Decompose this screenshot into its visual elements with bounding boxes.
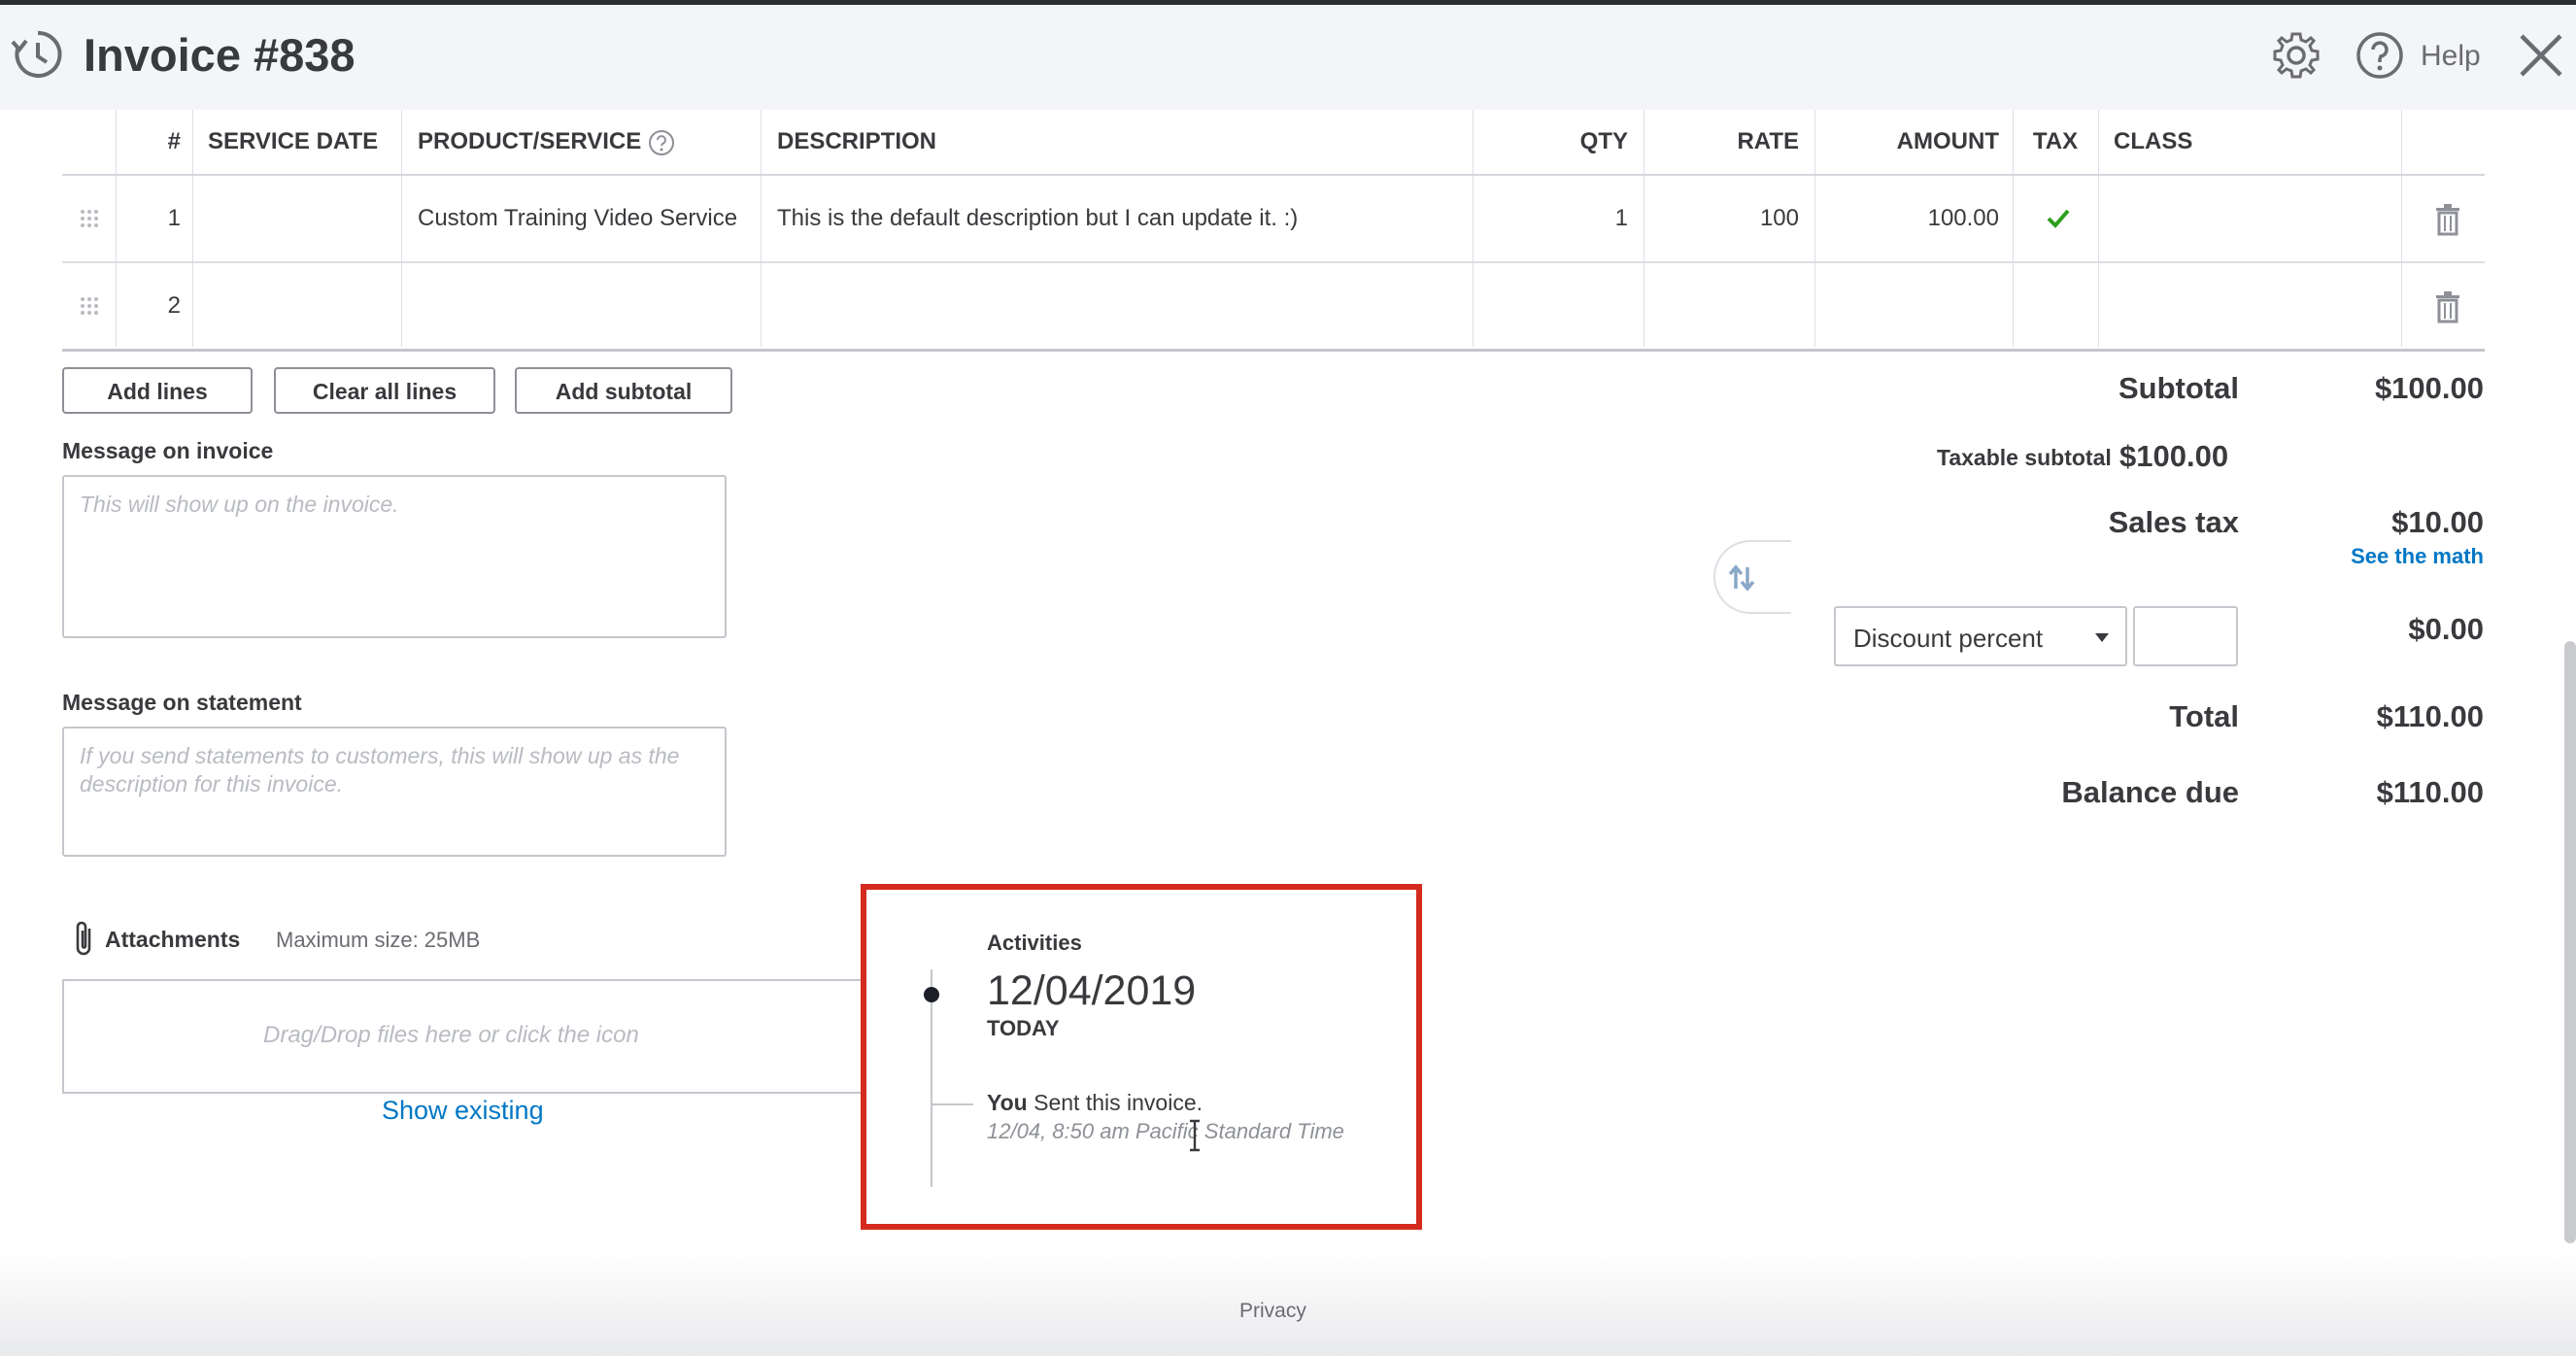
rate-cell[interactable]: 100 bbox=[1644, 176, 1799, 261]
info-icon[interactable] bbox=[648, 129, 675, 156]
qty-cell[interactable]: 1 bbox=[1473, 176, 1628, 261]
service-date-cell[interactable] bbox=[208, 176, 392, 261]
balance-due-label: Balance due bbox=[2061, 775, 2239, 809]
activity-date: 12/04/2019 bbox=[987, 967, 1197, 1014]
message-invoice-input[interactable]: This will show up on the invoice. bbox=[62, 475, 727, 638]
timeline-tick bbox=[932, 1103, 973, 1105]
table-row[interactable]: 1 Custom Training Video Service This is … bbox=[62, 176, 2485, 263]
balance-due-value: $110.00 bbox=[2376, 775, 2484, 809]
description-cell[interactable] bbox=[777, 263, 1467, 349]
invoice-header: Invoice #838 Help bbox=[0, 5, 2576, 110]
col-header-tax: TAX bbox=[2032, 128, 2079, 154]
max-size-note: Maximum size: 25MB bbox=[276, 928, 481, 952]
activities-panel: Activities 12/04/2019 TODAY You Sent thi… bbox=[861, 884, 1422, 1230]
row-number: 2 bbox=[167, 292, 181, 319]
show-existing-link[interactable]: Show existing bbox=[382, 1096, 544, 1126]
swap-order-icon[interactable] bbox=[1725, 563, 1760, 593]
table-row[interactable]: 2 bbox=[62, 263, 2485, 352]
timeline-dot bbox=[924, 987, 939, 1002]
gear-icon[interactable] bbox=[2271, 30, 2322, 81]
text-cursor-icon bbox=[1190, 1119, 1200, 1152]
subtotal-label: Subtotal bbox=[2118, 371, 2239, 405]
col-header-num: # bbox=[167, 128, 181, 154]
discount-type-select[interactable]: Discount percent bbox=[1834, 606, 2127, 666]
dropzone-hint: Drag/Drop files here or click the icon bbox=[263, 1022, 639, 1048]
attachments-label: Attachments bbox=[105, 927, 241, 952]
total-value: $110.00 bbox=[2376, 699, 2484, 733]
col-header-class: CLASS bbox=[2114, 128, 2193, 154]
help-icon[interactable] bbox=[2355, 30, 2405, 81]
qty-cell[interactable] bbox=[1473, 263, 1628, 349]
row-number: 1 bbox=[167, 205, 181, 231]
paperclip-icon[interactable] bbox=[72, 919, 97, 958]
add-subtotal-button[interactable]: Add subtotal bbox=[515, 367, 732, 414]
subtotal-value: $100.00 bbox=[2374, 371, 2484, 405]
history-icon[interactable] bbox=[10, 26, 66, 83]
table-header: # SERVICE DATE PRODUCT/SERVICE DESCRIPTI… bbox=[62, 110, 2485, 176]
footer: Privacy bbox=[0, 1249, 2576, 1356]
discount-type-value: Discount percent bbox=[1853, 624, 2044, 653]
taxable-subtotal-value: $100.00 bbox=[2119, 439, 2229, 473]
discount-value: $0.00 bbox=[2408, 612, 2484, 646]
product-cell[interactable]: Custom Training Video Service bbox=[418, 176, 758, 261]
discount-amount-input[interactable] bbox=[2133, 606, 2238, 666]
col-header-amount: AMOUNT bbox=[1896, 128, 1999, 154]
col-header-rate: RATE bbox=[1737, 128, 1799, 154]
add-lines-button[interactable]: Add lines bbox=[62, 367, 253, 414]
scrollbar-thumb[interactable] bbox=[2564, 641, 2576, 1243]
description-cell[interactable]: This is the default description but I ca… bbox=[777, 176, 1467, 261]
rate-cell[interactable] bbox=[1644, 263, 1799, 349]
sales-tax-value: $10.00 bbox=[2391, 505, 2484, 539]
clear-all-lines-button[interactable]: Clear all lines bbox=[274, 367, 495, 414]
message-invoice-label: Message on invoice bbox=[62, 438, 274, 463]
line-items-table: # SERVICE DATE PRODUCT/SERVICE DESCRIPTI… bbox=[62, 110, 2485, 352]
activity-action: Sent this invoice. bbox=[1027, 1090, 1203, 1115]
attachment-dropzone[interactable]: Drag/Drop files here or click the icon bbox=[62, 979, 868, 1094]
col-header-qty: QTY bbox=[1579, 128, 1628, 154]
activity-timestamp: 12/04, 8:50 am Pacific Standard Time bbox=[987, 1119, 1344, 1143]
col-header-product: PRODUCT/SERVICE bbox=[418, 128, 642, 154]
class-cell[interactable] bbox=[2114, 176, 2395, 261]
activities-title: Activities bbox=[987, 931, 1082, 955]
amount-cell[interactable]: 100.00 bbox=[1814, 176, 1999, 261]
sales-tax-label: Sales tax bbox=[2108, 505, 2239, 539]
help-link[interactable]: Help bbox=[2421, 40, 2481, 73]
drag-handle-icon[interactable] bbox=[80, 209, 99, 228]
trash-icon[interactable] bbox=[2432, 290, 2463, 323]
class-cell[interactable] bbox=[2114, 263, 2395, 349]
message-statement-input[interactable]: If you send statements to customers, thi… bbox=[62, 727, 727, 857]
product-cell[interactable] bbox=[418, 263, 758, 349]
close-icon[interactable] bbox=[2516, 30, 2566, 81]
see-the-math-link[interactable]: See the math bbox=[2351, 544, 2484, 569]
caret-down-icon bbox=[2095, 633, 2109, 642]
drag-handle-icon[interactable] bbox=[80, 296, 99, 316]
total-label: Total bbox=[2169, 699, 2239, 733]
taxable-subtotal-label: Taxable subtotal bbox=[1937, 445, 2112, 470]
activity-actor: You bbox=[987, 1090, 1028, 1115]
amount-cell[interactable] bbox=[1814, 263, 1999, 349]
activity-entry: You Sent this invoice. bbox=[987, 1090, 1203, 1116]
activity-today-label: TODAY bbox=[987, 1016, 1060, 1040]
trash-icon[interactable] bbox=[2432, 203, 2463, 236]
col-header-description: DESCRIPTION bbox=[777, 128, 937, 154]
page-title: Invoice #838 bbox=[84, 29, 356, 81]
message-statement-label: Message on statement bbox=[62, 690, 302, 715]
tax-check-icon[interactable] bbox=[2044, 203, 2073, 232]
service-date-cell[interactable] bbox=[208, 263, 392, 349]
col-header-service-date: SERVICE DATE bbox=[208, 128, 379, 154]
privacy-link[interactable]: Privacy bbox=[1239, 1300, 1306, 1323]
